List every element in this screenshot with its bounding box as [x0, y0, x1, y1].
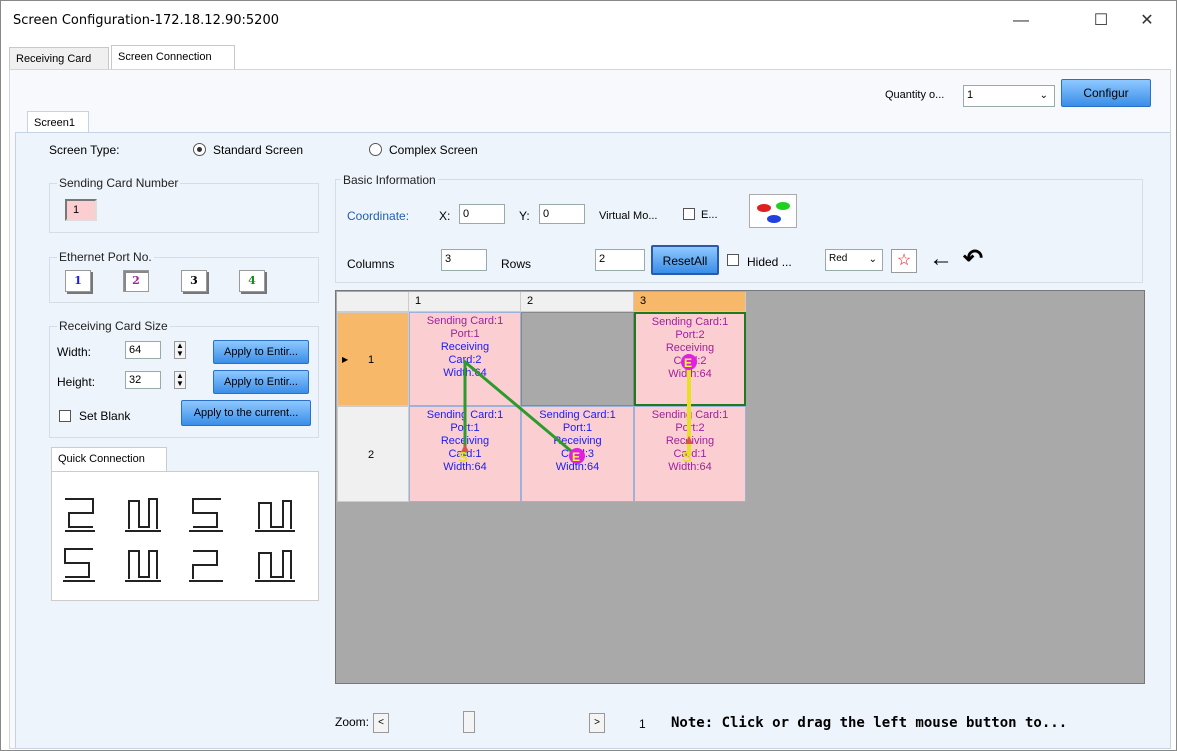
configure-button[interactable]: Configur: [1061, 79, 1151, 107]
columns-label: Columns: [347, 257, 395, 271]
quantity-value: 1: [967, 89, 974, 101]
sending-card-number[interactable]: 1: [65, 199, 97, 221]
e-checkbox[interactable]: [683, 208, 695, 220]
zigzag-bottom-icon[interactable]: [125, 550, 161, 582]
title-bar: Screen Configuration-172.18.12.90:5200 —…: [1, 1, 1176, 41]
apply-width-button[interactable]: Apply to Entir...: [213, 340, 309, 364]
svg-text:E: E: [572, 450, 580, 464]
end-marker: E E: [569, 354, 697, 464]
chevron-down-icon: ⌄: [868, 254, 877, 265]
complex-screen-label: Complex Screen: [389, 143, 478, 157]
close-button[interactable]: ✕: [1125, 7, 1169, 35]
window-title: Screen Configuration-172.18.12.90:5200: [13, 13, 279, 28]
quick-connection-tab[interactable]: Quick Connection: [51, 447, 167, 471]
undo-icon[interactable]: ↶: [959, 247, 987, 273]
snake-bottom-icon[interactable]: [63, 548, 95, 582]
color-value: Red: [829, 253, 848, 264]
rgb-icon[interactable]: [749, 194, 797, 228]
receiving-card-size-title: Receiving Card Size: [57, 319, 170, 333]
sending-card-title: Sending Card Number: [57, 176, 181, 190]
zoom-slider-thumb[interactable]: [463, 711, 475, 733]
ethernet-port-3[interactable]: 3: [181, 270, 207, 292]
star-icon[interactable]: ☆: [891, 249, 917, 273]
apply-current-button[interactable]: Apply to the current...: [181, 400, 311, 426]
ethernet-port-1[interactable]: 1: [65, 270, 91, 292]
y-label: Y:: [519, 209, 530, 223]
quick-connection-icons: [63, 498, 295, 582]
apply-height-button[interactable]: Apply to Entir...: [213, 370, 309, 394]
minimize-button[interactable]: —: [999, 7, 1043, 35]
rows-input[interactable]: 2: [595, 249, 645, 271]
standard-screen-radio[interactable]: [193, 143, 206, 156]
quantity-label: Quantity o...: [885, 89, 945, 101]
height-label: Height:: [57, 375, 96, 389]
width-input[interactable]: 64: [125, 341, 161, 359]
zoom-out-button[interactable]: <: [373, 713, 389, 733]
y-input[interactable]: 0: [539, 204, 585, 224]
port1-path: [461, 358, 578, 458]
columns-input[interactable]: 3: [441, 249, 487, 271]
zoom-label: Zoom:: [335, 715, 370, 729]
basic-info-title: Basic Information: [341, 173, 438, 187]
snake-reverse-icon[interactable]: [189, 498, 223, 532]
height-input[interactable]: 32: [125, 371, 161, 389]
svg-text:S: S: [682, 449, 692, 466]
connection-path-overlay: S S E E: [458, 354, 697, 466]
reset-all-button[interactable]: ResetAll: [651, 245, 719, 275]
coordinate-label: Coordinate:: [347, 209, 410, 223]
maximize-button[interactable]: ☐: [1079, 7, 1123, 35]
tab-receiving-card[interactable]: Receiving Card: [9, 47, 109, 71]
snake-horizontal-icon[interactable]: [65, 498, 95, 532]
zoom-value: 1: [639, 717, 646, 731]
color-select[interactable]: Red ⌄: [825, 249, 883, 271]
svg-text:S: S: [458, 449, 468, 466]
zigzag-right-icon[interactable]: [255, 550, 295, 582]
height-stepper[interactable]: ▲ ▼: [174, 371, 186, 389]
set-blank-checkbox[interactable]: [59, 410, 71, 422]
x-input[interactable]: 0: [459, 204, 505, 224]
tab-screen-connection[interactable]: Screen Connection: [111, 45, 235, 71]
e-label: E...: [701, 209, 718, 221]
hided-label: Hided ...: [747, 255, 792, 269]
snake-vertical-icon[interactable]: [125, 498, 161, 532]
standard-screen-label: Standard Screen: [213, 143, 304, 157]
set-blank-label: Set Blank: [79, 409, 131, 423]
note-text: Note: Click or drag the left mouse butto…: [671, 715, 1068, 731]
x-label: X:: [439, 209, 451, 223]
app-window: Screen Configuration-172.18.12.90:5200 —…: [0, 0, 1177, 751]
snake-left-icon[interactable]: [189, 550, 223, 582]
ethernet-port-4[interactable]: 4: [239, 270, 265, 292]
virtual-mode-label: Virtual Mo...: [599, 210, 658, 222]
complex-screen-radio[interactable]: [369, 143, 382, 156]
rows-label: Rows: [501, 257, 532, 271]
svg-text:E: E: [684, 356, 692, 370]
ethernet-port-2[interactable]: 2: [123, 270, 149, 292]
quantity-select[interactable]: 1 ⌄: [963, 85, 1055, 107]
ethernet-title: Ethernet Port No.: [57, 250, 154, 264]
hided-checkbox[interactable]: [727, 254, 739, 266]
width-stepper[interactable]: ▲ ▼: [174, 341, 186, 359]
port2-path: [685, 362, 693, 456]
screen-type-label: Screen Type:: [49, 143, 120, 157]
arrow-left-icon[interactable]: ←: [927, 247, 955, 273]
zoom-in-button[interactable]: >: [589, 713, 605, 733]
zigzag-vertical-icon[interactable]: [255, 500, 295, 532]
chevron-down-icon: ⌄: [1039, 90, 1048, 101]
width-label: Width:: [57, 345, 92, 359]
tab-screen1[interactable]: Screen1: [27, 111, 89, 133]
